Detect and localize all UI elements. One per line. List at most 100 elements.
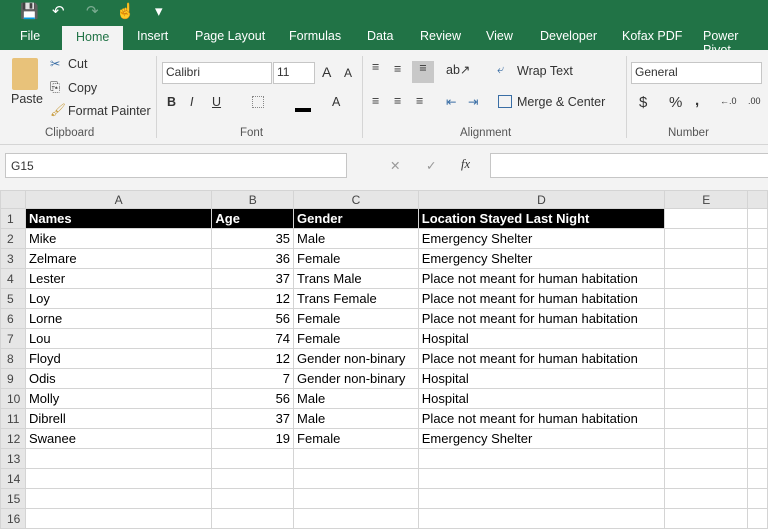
row-header[interactable]: 4 (0, 268, 26, 289)
row-header[interactable]: 7 (0, 328, 26, 349)
header-cell[interactable]: Location Stayed Last Night (417, 208, 666, 229)
cell[interactable] (211, 508, 295, 529)
currency-button[interactable]: $ (639, 94, 647, 111)
row-header[interactable]: 6 (0, 308, 26, 329)
cell[interactable] (747, 308, 768, 329)
underline-button[interactable]: U (212, 95, 221, 109)
cell[interactable] (747, 488, 768, 509)
cell[interactable] (664, 408, 749, 429)
cell[interactable] (747, 348, 768, 369)
row-header[interactable]: 10 (0, 388, 26, 409)
number-format-dropdown[interactable]: General (631, 62, 762, 84)
cut-button[interactable]: Cut (68, 57, 87, 71)
cell[interactable]: 35 (211, 228, 295, 249)
enter-icon[interactable]: ✓ (426, 158, 436, 173)
cell[interactable]: 19 (211, 428, 295, 449)
cell[interactable] (747, 428, 768, 449)
align-bottom-icon[interactable]: ≡ (412, 61, 434, 83)
increase-font-icon[interactable]: A (322, 64, 331, 80)
cell[interactable] (664, 328, 749, 349)
cell[interactable] (664, 228, 749, 249)
cell[interactable]: 74 (211, 328, 295, 349)
row-header[interactable]: 2 (0, 228, 26, 249)
copy-button[interactable]: Copy (68, 81, 97, 95)
cell[interactable] (664, 388, 749, 409)
cell[interactable]: Hospital (417, 328, 666, 349)
format-painter-button[interactable]: Format Painter (68, 104, 151, 118)
decrease-indent-icon[interactable]: ⇤ (446, 94, 456, 109)
cell[interactable] (747, 408, 768, 429)
cell[interactable] (417, 488, 666, 509)
paste-icon[interactable] (12, 58, 38, 90)
select-all-corner[interactable] (0, 190, 26, 209)
cell[interactable] (747, 288, 768, 309)
customize-qat-icon[interactable]: ▾ (155, 2, 163, 20)
cell[interactable]: Male (293, 408, 419, 429)
orientation-icon[interactable]: ab↗ (446, 62, 470, 77)
cell[interactable] (211, 468, 295, 489)
cell[interactable]: Place not meant for human habitation (417, 348, 666, 369)
cell[interactable] (747, 268, 768, 289)
undo-icon[interactable]: ↶ (52, 2, 65, 20)
cell[interactable]: 12 (211, 288, 295, 309)
cell[interactable] (747, 228, 768, 249)
cell[interactable]: 7 (211, 368, 295, 389)
name-box[interactable]: G15 (5, 153, 347, 178)
cell[interactable] (664, 208, 749, 229)
tab-review[interactable]: Review (420, 29, 461, 43)
align-right-icon[interactable]: ≡ (416, 94, 423, 108)
cell[interactable]: Odis (24, 368, 213, 389)
cell[interactable] (293, 488, 419, 509)
cell[interactable] (664, 368, 749, 389)
row-header[interactable]: 14 (0, 468, 26, 489)
bold-button[interactable]: B (167, 95, 176, 109)
touch-mode-icon[interactable]: ☝ (116, 2, 135, 20)
cell[interactable]: Emergency Shelter (417, 248, 666, 269)
row-header[interactable]: 13 (0, 448, 26, 469)
cell[interactable] (293, 508, 419, 529)
cell[interactable]: Place not meant for human habitation (417, 308, 666, 329)
row-header[interactable]: 12 (0, 428, 26, 449)
percent-button[interactable]: % (669, 94, 682, 111)
tab-insert[interactable]: Insert (137, 29, 168, 43)
cell[interactable] (24, 508, 213, 529)
cell[interactable] (24, 488, 213, 509)
fill-color-icon[interactable] (295, 108, 311, 112)
cell[interactable] (664, 288, 749, 309)
insert-function-icon[interactable]: fx (461, 157, 470, 172)
cell[interactable]: Place not meant for human habitation (417, 268, 666, 289)
cell[interactable]: Dibrell (24, 408, 213, 429)
row-header[interactable]: 1 (0, 208, 26, 229)
column-header-f[interactable] (747, 190, 768, 209)
cell[interactable] (747, 468, 768, 489)
column-header-a[interactable]: A (24, 190, 213, 209)
cell[interactable]: 56 (211, 308, 295, 329)
font-name-dropdown[interactable]: Calibri (162, 62, 272, 84)
comma-button[interactable]: , (695, 92, 699, 109)
formula-input[interactable] (490, 153, 768, 178)
cell[interactable] (293, 468, 419, 489)
tab-view[interactable]: View (486, 29, 513, 43)
cell[interactable]: Emergency Shelter (417, 428, 666, 449)
cell[interactable] (211, 488, 295, 509)
cell[interactable] (747, 248, 768, 269)
cell[interactable]: Female (293, 248, 419, 269)
cell[interactable]: Emergency Shelter (417, 228, 666, 249)
tab-page-layout[interactable]: Page Layout (195, 29, 265, 43)
cell[interactable] (24, 468, 213, 489)
align-middle-icon[interactable]: ≡ (394, 62, 401, 76)
cell[interactable] (664, 308, 749, 329)
align-top-icon[interactable]: ≡ (372, 60, 379, 74)
cell[interactable]: Trans Male (293, 268, 419, 289)
cell[interactable] (417, 448, 666, 469)
cell[interactable] (747, 388, 768, 409)
cell[interactable]: 37 (211, 408, 295, 429)
row-header[interactable]: 15 (0, 488, 26, 509)
cell[interactable]: Female (293, 328, 419, 349)
decrease-font-icon[interactable]: A (344, 66, 352, 80)
cell[interactable]: Molly (24, 388, 213, 409)
cell[interactable] (24, 448, 213, 469)
cell[interactable] (417, 508, 666, 529)
column-header-e[interactable]: E (664, 190, 749, 209)
cell[interactable]: Floyd (24, 348, 213, 369)
